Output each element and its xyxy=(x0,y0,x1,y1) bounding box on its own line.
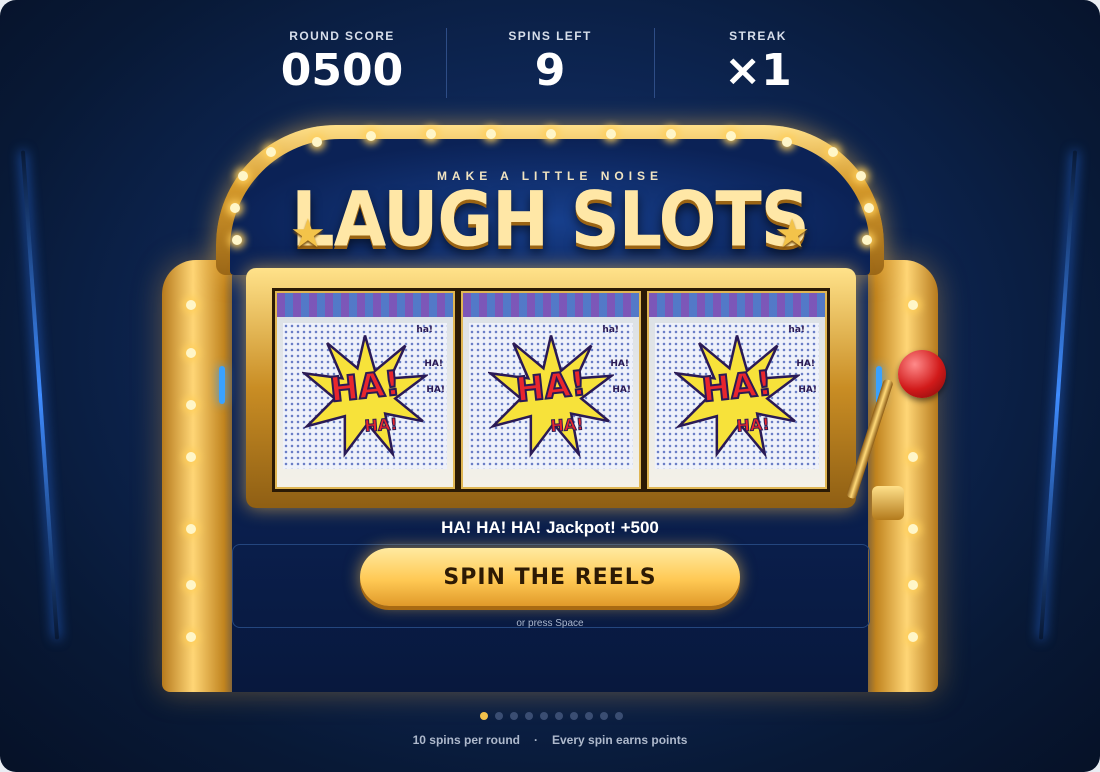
reel-1: HA! HA! ha! HA! HA! xyxy=(275,291,455,489)
cabinet-bulb xyxy=(186,400,196,410)
marquee-bulb xyxy=(782,137,792,147)
cabinet-bulb xyxy=(186,452,196,462)
marquee-bulb xyxy=(232,235,242,245)
reel-symbol-subtext: HA! xyxy=(364,414,399,436)
streak-label: STREAK xyxy=(729,29,787,43)
cabinet-bulb xyxy=(908,580,918,590)
marquee-panel: MAKE A LITTLE NOISE LAUGH SLOTS ★ ★ xyxy=(230,139,870,275)
cabinet-bulb xyxy=(186,580,196,590)
spins-left-value: 9 xyxy=(534,45,566,96)
keyboard-hint: or press Space xyxy=(516,618,584,629)
spin-progress-dot xyxy=(495,712,503,720)
lever-base xyxy=(872,486,904,520)
scoreboard: ROUND SCORE 0500 SPINS LEFT 9 STREAK ×1 xyxy=(238,22,862,102)
result-message: HA! HA! HA! Jackpot! +500 xyxy=(441,518,659,537)
cabinet-bulb xyxy=(908,300,918,310)
cabinet-bulb xyxy=(908,632,918,642)
reel-small-text: ha! xyxy=(416,325,433,335)
reel-small-text: HA! xyxy=(426,385,445,395)
reel-small-text: HA! xyxy=(798,385,817,395)
marquee-bulb xyxy=(230,203,240,213)
reel-strip-edge xyxy=(277,293,453,317)
spin-progress-dot xyxy=(585,712,593,720)
round-score-stat: ROUND SCORE 0500 xyxy=(238,22,446,102)
round-score-label: ROUND SCORE xyxy=(289,29,395,43)
spins-left-stat: SPINS LEFT 9 xyxy=(446,22,654,102)
reel-window: HA! HA! ha! HA! HA! HA! HA! ha! HA! HA! … xyxy=(272,288,830,492)
marquee-bulb xyxy=(666,129,676,139)
reel-small-text: HA! xyxy=(796,359,815,369)
reel-symbol-subtext: HA! xyxy=(736,414,771,436)
reel-frame: HA! HA! ha! HA! HA! HA! HA! ha! HA! HA! … xyxy=(246,268,856,508)
left-side-light xyxy=(219,366,225,404)
marquee-bulb xyxy=(856,171,866,181)
right-light-beam xyxy=(1038,150,1078,640)
marquee-bulb xyxy=(426,129,436,139)
spin-progress-dot xyxy=(555,712,563,720)
marquee-bulb xyxy=(606,129,616,139)
left-light-beam xyxy=(20,150,60,640)
spin-progress-dot xyxy=(570,712,578,720)
spin-progress-dot xyxy=(510,712,518,720)
star-icon: ★ xyxy=(774,212,810,256)
reel-symbol-cell: HA! HA! ha! HA! HA! xyxy=(469,323,633,469)
game-frame: ROUND SCORE 0500 SPINS LEFT 9 STREAK ×1 … xyxy=(0,0,1100,772)
marquee-bulb xyxy=(828,147,838,157)
reel-2: HA! HA! ha! HA! HA! xyxy=(461,291,641,489)
cabinet-bulb xyxy=(186,632,196,642)
reel-symbol-text: HA! xyxy=(513,363,589,412)
streak-value: ×1 xyxy=(724,45,792,96)
marquee-bulb xyxy=(486,129,496,139)
marquee-bulb xyxy=(266,147,276,157)
spin-progress-dot xyxy=(600,712,608,720)
reel-small-text: ha! xyxy=(788,325,805,335)
reel-symbol-cell: HA! HA! ha! HA! HA! xyxy=(655,323,819,469)
spin-progress-dot xyxy=(480,712,488,720)
reel-small-text: ha! xyxy=(602,325,619,335)
marquee-bulb xyxy=(546,129,556,139)
reel-symbol-subtext: HA! xyxy=(550,414,585,436)
marquee-bulb xyxy=(238,171,248,181)
cabinet-bulb xyxy=(186,524,196,534)
spin-progress-dot xyxy=(525,712,533,720)
footer-separator: · xyxy=(533,733,538,747)
round-score-value: 0500 xyxy=(280,45,404,96)
spin-button[interactable]: SPIN THE REELS xyxy=(360,548,740,606)
reel-strip-edge xyxy=(649,293,825,317)
reel-small-text: HA! xyxy=(610,359,629,369)
footer-info: 10 spins per round · Every spin earns poin… xyxy=(0,733,1100,747)
cabinet-bulb xyxy=(908,452,918,462)
cabinet-bulb xyxy=(908,524,918,534)
star-icon: ★ xyxy=(290,212,326,256)
marquee-bulb xyxy=(862,235,872,245)
reel-strip-edge xyxy=(463,293,639,317)
marquee-bulb xyxy=(864,203,874,213)
reel-symbol-cell: HA! HA! ha! HA! HA! xyxy=(283,323,447,469)
spin-progress-dot xyxy=(615,712,623,720)
spins-left-label: SPINS LEFT xyxy=(508,29,592,43)
footer-points-text: Every spin earns points xyxy=(551,733,688,747)
reel-small-text: HA! xyxy=(612,385,631,395)
marquee-bulb xyxy=(366,131,376,141)
reel-3: HA! HA! ha! HA! HA! xyxy=(647,291,827,489)
marquee-bulb xyxy=(726,131,736,141)
marquee: MAKE A LITTLE NOISE LAUGH SLOTS ★ ★ xyxy=(216,125,884,275)
marquee-bulb xyxy=(312,137,322,147)
reel-symbol-text: HA! xyxy=(327,363,403,412)
spin-progress-dots xyxy=(480,712,623,720)
cabinet-bulb xyxy=(186,348,196,358)
reel-small-text: HA! xyxy=(424,359,443,369)
streak-stat: STREAK ×1 xyxy=(654,22,862,102)
footer-spins-text: 10 spins per round xyxy=(412,733,520,747)
reel-symbol-text: HA! xyxy=(699,363,775,412)
lever-knob[interactable] xyxy=(898,350,946,398)
spin-progress-dot xyxy=(540,712,548,720)
cabinet-bulb xyxy=(186,300,196,310)
